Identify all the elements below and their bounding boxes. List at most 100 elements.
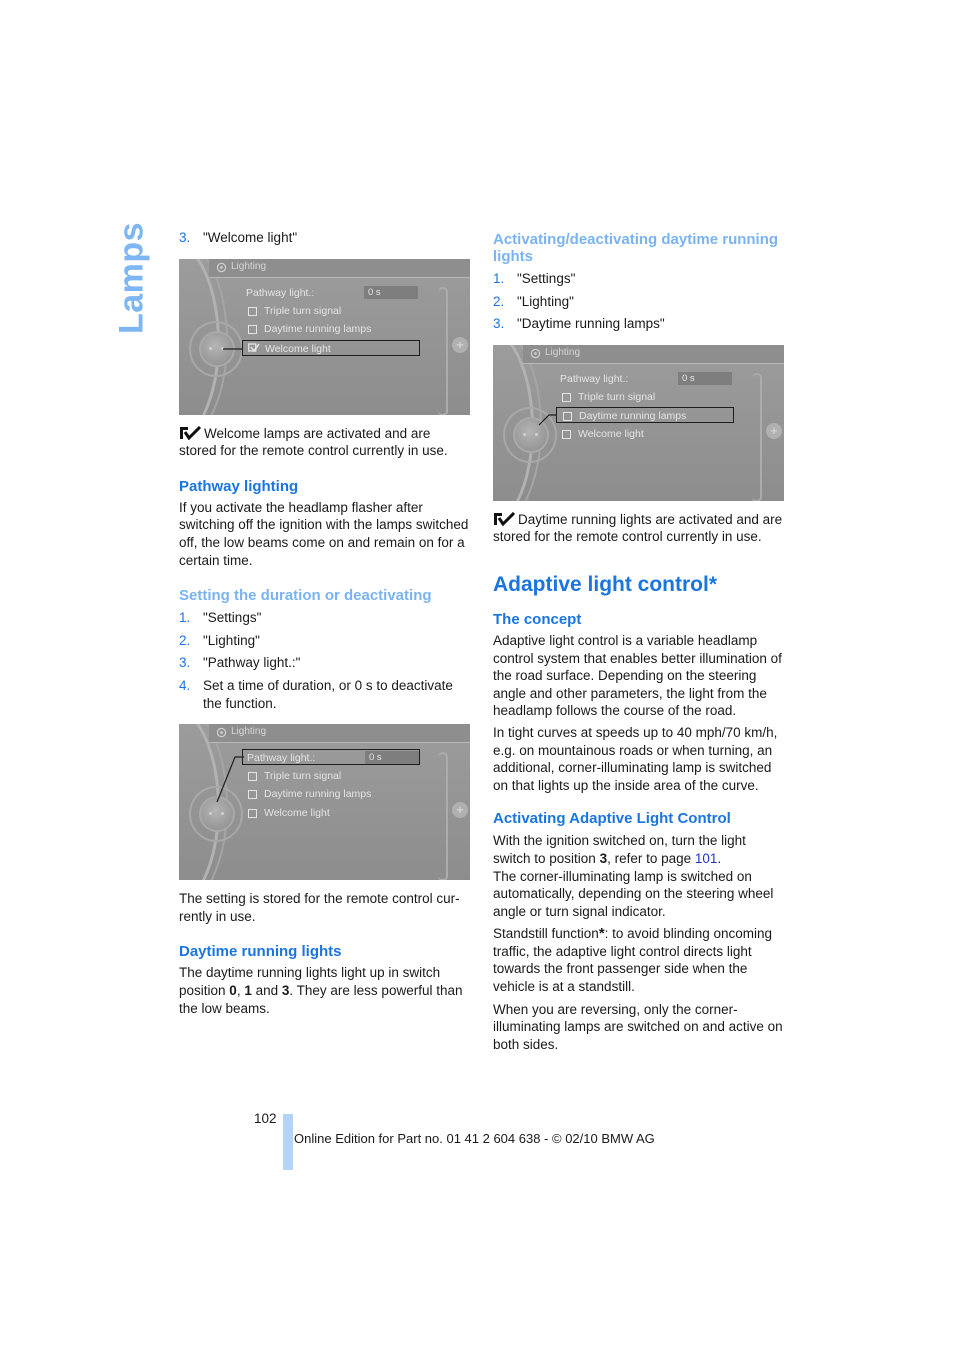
step-text: "Welcome light" bbox=[203, 230, 298, 245]
menu-item-welcome-light[interactable]: Welcome light bbox=[556, 426, 734, 442]
pointer-line bbox=[223, 347, 243, 350]
step-text: "Lighting" bbox=[203, 632, 260, 648]
activated-check-icon bbox=[494, 511, 515, 526]
step-text: Set a time of duration, or 0 s to deacti… bbox=[203, 677, 453, 711]
step-number: 3. bbox=[493, 316, 505, 332]
pathway-light-row[interactable]: Pathway light.: 0 s bbox=[556, 371, 734, 387]
step-item: 3. "Daytime running lamps" bbox=[493, 315, 785, 333]
switch-position: 3 bbox=[599, 850, 608, 866]
page-link[interactable]: 101 bbox=[695, 851, 718, 866]
heading-the-concept: The concept bbox=[493, 610, 582, 628]
menu-item-triple-turn-signal[interactable]: Triple turn signal bbox=[242, 303, 420, 319]
heading-pathway-lighting: Pathway lighting bbox=[179, 477, 299, 495]
pathway-paragraph: If you activate the headlamp flasher aft… bbox=[179, 499, 469, 568]
step-text: "Settings" bbox=[517, 271, 576, 286]
screen-title: Lighting bbox=[545, 346, 581, 358]
menu-item-label: Triple turn signal bbox=[578, 390, 656, 403]
menu-item-triple-turn-signal[interactable]: Triple turn signal bbox=[242, 768, 420, 784]
menu-item-label: Triple turn signal bbox=[264, 304, 342, 317]
step-number: 4. bbox=[179, 677, 191, 693]
menu-item-welcome-light[interactable]: Welcome light bbox=[242, 339, 420, 356]
heading-setting-duration: Setting the duration or deactivating bbox=[179, 587, 432, 605]
note-text: Daytime running lights are activated and… bbox=[493, 511, 783, 545]
note-text: Welcome lamps are activated and are stor… bbox=[179, 425, 448, 459]
step-item: 3. "Pathway light.:" bbox=[179, 654, 471, 672]
heading-activating-alc: Activating Adaptive Light Control bbox=[493, 810, 731, 828]
note-welcome-lamps: Welcome lamps are activated and are stor… bbox=[179, 425, 471, 460]
menu-item-label: Welcome light bbox=[264, 807, 330, 820]
left-column: 3. "Welcome light" Lighting + Pathway li… bbox=[179, 229, 471, 1017]
checkbox-icon bbox=[248, 324, 257, 334]
text: , refer to page bbox=[607, 850, 695, 866]
pathway-light-row[interactable]: Pathway light.: 0 s bbox=[242, 749, 420, 766]
drl-paragraph: The daytime running lights light up in s… bbox=[179, 964, 471, 1017]
switch-position: 1 bbox=[244, 982, 252, 998]
step-number: 1. bbox=[493, 271, 505, 286]
menu-item-triple-turn-signal[interactable]: Triple turn signal bbox=[556, 389, 734, 405]
checkbox-icon bbox=[562, 392, 571, 402]
activating-paragraph: With the ignition switched on, turn the … bbox=[493, 832, 785, 920]
lighting-gear-icon bbox=[216, 727, 227, 738]
step-item: 3. "Welcome light" bbox=[179, 229, 471, 247]
menu-item-daytime-running-lamps[interactable]: Daytime running lamps bbox=[556, 406, 734, 423]
step-text: "Lighting" bbox=[517, 293, 574, 309]
menu-item-daytime-running-lamps[interactable]: Daytime running lamps bbox=[242, 321, 420, 337]
screen-title: Lighting bbox=[231, 260, 267, 272]
checkbox-checked-icon bbox=[248, 342, 260, 352]
checkbox-icon bbox=[562, 429, 571, 439]
note-daytime-lights: Daytime running lights are activated and… bbox=[493, 511, 785, 546]
heading-daytime-running-lights: Daytime running lights bbox=[179, 943, 342, 961]
drl-steps-list: 1. "Settings" 2. "Lighting" 3. "Daytime run… bbox=[493, 270, 785, 333]
checkbox-icon bbox=[248, 790, 257, 800]
section-tab-label: Lamps bbox=[112, 221, 151, 335]
step-item: 1. "Settings" bbox=[179, 609, 471, 627]
step-number: 2. bbox=[493, 293, 505, 309]
switch-position: 0 bbox=[229, 982, 237, 998]
step-number: 3. bbox=[179, 655, 191, 671]
pathway-light-row[interactable]: Pathway light.: 0 s bbox=[242, 285, 420, 301]
pathway-light-label: Pathway light.: bbox=[246, 286, 315, 299]
plus-icon: + bbox=[452, 802, 468, 819]
scroll-track bbox=[752, 372, 762, 501]
step-text: "Daytime running lamps" bbox=[517, 316, 665, 332]
menu-item-label: Welcome light bbox=[578, 427, 644, 440]
text: Standstill function bbox=[493, 926, 599, 942]
plus-icon: + bbox=[452, 336, 468, 353]
step-text: "Pathway light.:" bbox=[203, 655, 301, 671]
menu-item-daytime-running-lamps[interactable]: Daytime running lamps bbox=[242, 786, 420, 802]
plus-icon: + bbox=[766, 422, 782, 439]
checkbox-icon bbox=[563, 411, 572, 421]
lighting-gear-icon bbox=[530, 348, 541, 359]
menu-item-label: Welcome light bbox=[265, 342, 331, 355]
standstill-paragraph: Standstill function*: to avoid blinding … bbox=[493, 925, 785, 995]
reversing-paragraph: When you are reversing, only the corner-… bbox=[493, 1001, 783, 1052]
stored-paragraph: The setting is stored for the remote con… bbox=[179, 891, 460, 924]
menu-item-label: Triple turn signal bbox=[264, 770, 342, 783]
menu-item-label: Daytime running lamps bbox=[579, 409, 687, 422]
menu-item-welcome-light[interactable]: Welcome light bbox=[242, 805, 420, 821]
step-item: 2. "Lighting" bbox=[493, 293, 785, 311]
step-text: "Settings" bbox=[203, 610, 262, 626]
idrive-screen-pathway-light: Lighting + Pathway light.: 0 s Triple tu… bbox=[179, 724, 470, 881]
heading-activating-drl: Activating/deactivating daytime running … bbox=[493, 231, 779, 265]
lighting-gear-icon bbox=[216, 262, 227, 272]
activated-check-icon bbox=[180, 425, 201, 440]
pathway-light-value: 0 s bbox=[365, 751, 419, 765]
duration-steps-list: 1. "Settings" 2. "Lighting" 3. "Pathway lig… bbox=[179, 609, 471, 712]
concept-paragraph-2: In tight curves at speeds up to 40 mph/7… bbox=[493, 724, 778, 793]
checkbox-icon bbox=[248, 306, 257, 316]
step-item: 1. "Settings" bbox=[493, 270, 785, 288]
section-tab: Lamps bbox=[112, 222, 152, 334]
pointer-line bbox=[538, 414, 556, 426]
step-number: 2. bbox=[179, 632, 191, 648]
text: . bbox=[717, 850, 722, 866]
text: The corner-illuminating lamp is switched… bbox=[493, 868, 774, 919]
checkbox-icon bbox=[248, 772, 257, 782]
step-item: 2. "Lighting" bbox=[179, 632, 471, 650]
pathway-light-value: 0 s bbox=[678, 371, 732, 385]
scroll-track bbox=[438, 752, 448, 881]
scroll-track bbox=[438, 286, 448, 415]
page-number: 102 bbox=[254, 1111, 277, 1126]
idrive-screen-welcome-light: Lighting + Pathway light.: 0 s Triple tu… bbox=[179, 258, 470, 415]
heading-adaptive-light-control: Adaptive light control* bbox=[493, 572, 718, 596]
